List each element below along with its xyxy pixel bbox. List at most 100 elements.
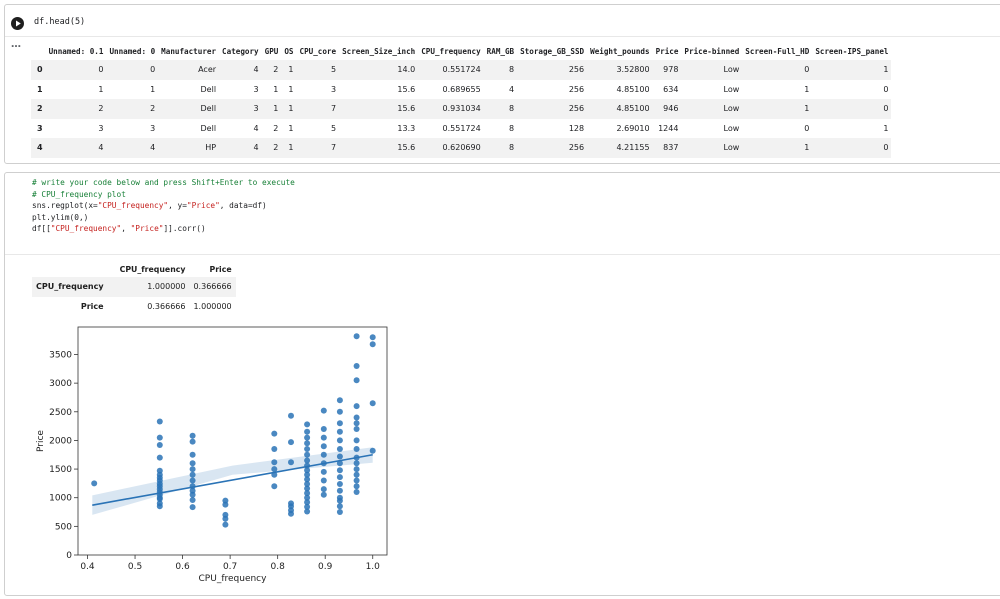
scatter-point bbox=[189, 432, 196, 439]
scatter-point bbox=[353, 426, 360, 432]
table-cell: 0 bbox=[45, 60, 107, 80]
scatter-point bbox=[304, 451, 311, 458]
x-tick-label: 0.9 bbox=[318, 562, 333, 572]
code-line: sns.regplot(x="CPU_frequency", y="Price"… bbox=[32, 200, 295, 212]
table-row: 4 4 4 HP 4 2 1 7 15.6 0.620690 8 256 4.21155 837 Low 1 0 bbox=[31, 138, 892, 158]
scatter-point bbox=[271, 483, 278, 490]
column-header: Weight_pounds bbox=[590, 47, 650, 56]
scatter-point bbox=[320, 434, 327, 441]
scatter-point bbox=[156, 418, 163, 425]
table-cell: 0.366666 bbox=[147, 301, 186, 311]
table-row: 0 0 0 Acer 4 2 1 5 14.0 0.551724 8 256 3.52800 978 Low… bbox=[31, 60, 892, 80]
table-cell: 3 bbox=[253, 84, 259, 94]
x-tick-label: 1.0 bbox=[366, 562, 381, 572]
scatter-point bbox=[369, 400, 376, 407]
column-header: Screen_Size_inch bbox=[342, 47, 416, 56]
scatter-point bbox=[320, 443, 327, 450]
scatter-point bbox=[353, 460, 360, 467]
table-cell: 8 bbox=[483, 99, 518, 119]
table-cell: 978 bbox=[652, 60, 682, 80]
scatter-point bbox=[189, 438, 196, 445]
correlation-table: CPU_frequency Price CPU_frequency 1.000000… bbox=[32, 261, 236, 316]
table-cell: 3 bbox=[150, 123, 156, 133]
table-cell: 3 bbox=[219, 99, 262, 119]
row-index: Price bbox=[80, 301, 104, 311]
table-cell: 1 bbox=[883, 123, 889, 133]
column-header: Unnamed: 0.1 bbox=[48, 47, 104, 56]
table-cell: Acer bbox=[158, 60, 220, 80]
scatter-point bbox=[304, 434, 311, 441]
x-axis-label: CPU_frequency bbox=[199, 574, 268, 584]
table-cell: 3.52800 bbox=[587, 60, 653, 80]
table-cell: 1 bbox=[150, 84, 156, 94]
code-line: # write your code below and press Shift+… bbox=[32, 177, 295, 189]
scatter-point bbox=[336, 487, 343, 494]
y-axis-label: Price bbox=[36, 430, 46, 452]
table-row: 1 1 1 Dell 3 1 1 3 15.6 0.689655 4 256 4.85100 634 Low… bbox=[31, 80, 891, 100]
table-cell: 1 bbox=[281, 138, 297, 158]
scatter-point bbox=[336, 453, 343, 460]
table-cell: 15.6 bbox=[339, 138, 419, 158]
scatter-point bbox=[336, 497, 343, 504]
code-token: , data=df) bbox=[219, 201, 267, 211]
table-cell: 2 bbox=[106, 99, 159, 119]
table-cell: HP bbox=[158, 138, 220, 158]
table-cell: 0 bbox=[812, 99, 892, 119]
y-tick-label: 3500 bbox=[49, 350, 72, 360]
code-editor[interactable]: # write your code below and press Shift+… bbox=[32, 177, 295, 235]
scatter-point bbox=[222, 515, 229, 522]
scatter-point bbox=[304, 508, 311, 515]
scatter-point bbox=[271, 446, 278, 452]
table-cell: 13.3 bbox=[397, 123, 416, 133]
code-line: df[["CPU_frequency", "Price"]].corr() bbox=[32, 223, 295, 235]
scatter-point bbox=[353, 466, 360, 473]
scatter-point bbox=[189, 460, 196, 467]
scatter-point bbox=[336, 397, 343, 404]
table-cell: 1 bbox=[281, 60, 297, 80]
column-header: GPU bbox=[264, 47, 279, 56]
code-line: # CPU_frequency plot bbox=[32, 189, 295, 201]
scatter-point bbox=[222, 501, 229, 508]
scatter-point bbox=[189, 497, 196, 503]
table-cell: 3 bbox=[330, 84, 337, 94]
run-cell-button[interactable] bbox=[11, 17, 24, 30]
table-cell: 0.551724 bbox=[442, 123, 481, 133]
table-cell: 4 bbox=[219, 138, 262, 158]
table-cell: 256 bbox=[517, 138, 588, 158]
scatter-point bbox=[353, 477, 360, 484]
scatter-point bbox=[336, 446, 343, 452]
table-cell: 0 bbox=[804, 123, 810, 133]
table-cell: Low bbox=[681, 60, 743, 80]
dataframe-table: Unnamed: 0.1 Unnamed: 0 Manufacturer Catego… bbox=[31, 43, 892, 158]
table-cell: 7 bbox=[296, 99, 340, 119]
y-tick-label: 0 bbox=[66, 551, 72, 561]
row-index: 1 bbox=[37, 84, 43, 94]
table-cell: 4 bbox=[106, 138, 159, 158]
column-header bbox=[31, 43, 46, 60]
table-cell: 8 bbox=[483, 138, 518, 158]
scatter-point bbox=[304, 440, 311, 447]
table-cell: 1 bbox=[261, 99, 282, 119]
x-tick-label: 0.6 bbox=[175, 562, 190, 572]
scatter-point bbox=[189, 466, 196, 473]
scatter-point bbox=[336, 408, 343, 415]
code-line[interactable]: df.head(5) bbox=[34, 17, 85, 27]
scatter-point bbox=[336, 420, 343, 427]
table-cell: 14.0 bbox=[339, 60, 419, 80]
output-menu-icon[interactable]: … bbox=[11, 39, 21, 50]
table-cell: 0.551724 bbox=[418, 60, 484, 80]
code-token: , y= bbox=[168, 201, 187, 211]
table-row: CPU_frequency 1.000000 0.366666 bbox=[32, 277, 236, 297]
column-header: Manufacturer bbox=[161, 47, 217, 56]
code-string: "CPU_frequency" bbox=[50, 224, 122, 234]
scatter-point bbox=[156, 442, 163, 448]
table-cell: 2 bbox=[273, 123, 279, 133]
table-cell: 1 bbox=[804, 84, 810, 94]
scatter-point bbox=[320, 451, 327, 458]
table-cell: 128 bbox=[568, 123, 585, 133]
column-header: OS bbox=[284, 47, 294, 56]
scatter-point bbox=[288, 439, 294, 446]
scatter-point bbox=[353, 377, 360, 384]
scatter-point bbox=[353, 403, 360, 410]
scatter-point bbox=[353, 363, 360, 369]
